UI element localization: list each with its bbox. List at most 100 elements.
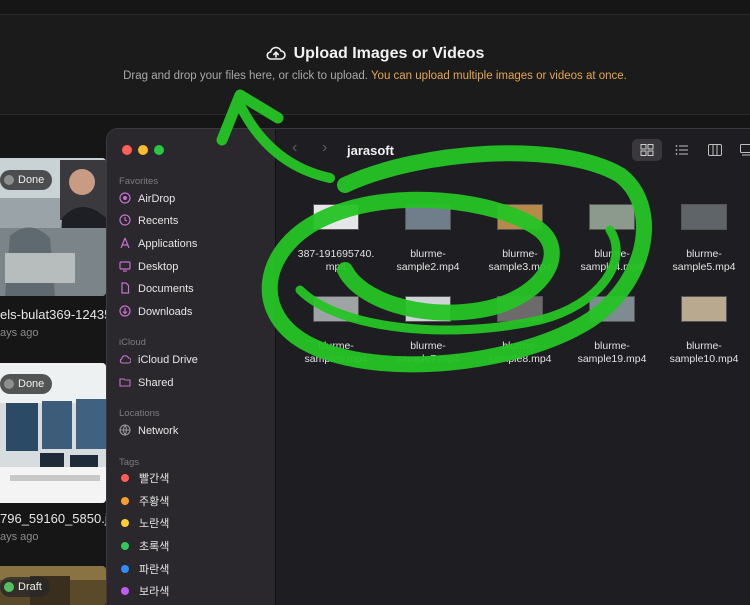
back-chevron-icon[interactable]: ‹ — [292, 139, 297, 157]
file-name-line1: blurme- — [410, 248, 446, 260]
media-filename: 796_59160_5850.jpg — [0, 511, 123, 526]
file-name-line2: sample5.mp4 — [672, 261, 736, 273]
status-badge: Draft — [0, 577, 50, 597]
upload-title-text: Upload Images or Videos — [293, 45, 485, 62]
file-name-line1: blurme- — [594, 340, 630, 352]
status-dot — [4, 582, 14, 592]
sidebar-item-label: Downloads — [138, 306, 193, 318]
file-item[interactable]: blurme-sample7.mp4 — [382, 296, 474, 366]
video-thumbnail — [313, 204, 359, 230]
file-name-line1: blurme- — [502, 248, 538, 260]
sidebar-item-label: 파란색 — [139, 564, 170, 576]
media-time: ays ago — [0, 531, 39, 543]
sidebar-item-label: 노란색 — [139, 518, 170, 530]
upload-hint-text: Drag and drop your files here, or click … — [123, 70, 368, 82]
file-item[interactable]: 387-191695740. mp4 — [290, 204, 382, 274]
close-window-button[interactable] — [122, 145, 132, 155]
sidebar-item-label: 초록색 — [139, 541, 170, 553]
file-item[interactable]: blurme-sample5.mp4 — [658, 204, 750, 274]
file-name: blurme-sample6.mp4 — [290, 340, 382, 366]
desktop-icon — [119, 261, 131, 272]
video-thumbnail — [405, 296, 451, 322]
media-filename: els-bulat369-12435 — [0, 307, 112, 322]
tag-color-dot — [121, 587, 129, 595]
icon-view-button[interactable] — [632, 139, 662, 161]
sidebar-item-network[interactable]: Network — [119, 422, 269, 440]
sidebar-item-label: AirDrop — [138, 193, 176, 205]
file-name: blurme-sample10.mp4 — [658, 340, 750, 366]
file-name: 387-191695740. mp4 — [290, 248, 382, 274]
media-card-list: Done els-bulat369-12435 ays ago Done 796… — [0, 158, 122, 605]
upload-dropzone[interactable]: Upload Images or Videos Drag and drop yo… — [0, 15, 750, 115]
file-item[interactable]: blurme-sample6.mp4 — [290, 296, 382, 366]
sidebar-item-icloud-drive[interactable]: iCloud Drive — [119, 351, 269, 369]
column-view-button[interactable] — [700, 139, 730, 161]
video-thumbnail — [681, 296, 727, 322]
airdrop-icon — [119, 192, 131, 204]
sidebar-item-label: iCloud Drive — [138, 354, 198, 366]
media-time: ays ago — [0, 327, 39, 339]
tag-color-dot — [121, 542, 129, 550]
sidebar-tag-green[interactable]: 초록색 — [119, 538, 269, 556]
tag-color-dot — [121, 565, 129, 573]
sidebar-tag-purple[interactable]: 보라색 — [119, 583, 269, 601]
sidebar-item-documents[interactable]: Documents — [119, 280, 269, 298]
sidebar-item-recents[interactable]: Recents — [119, 212, 269, 230]
sidebar-item-label: Applications — [138, 238, 198, 250]
forward-chevron-icon[interactable]: › — [322, 139, 327, 157]
minimize-window-button[interactable] — [138, 145, 148, 155]
file-item[interactable]: blurme-sample2.mp4 — [382, 204, 474, 274]
sidebar-item-shared[interactable]: Shared — [119, 374, 269, 392]
video-thumbnail — [405, 204, 451, 230]
file-name-line2: mp4 — [325, 261, 347, 273]
video-thumbnail — [497, 296, 543, 322]
sidebar-section-tags: Tags — [119, 457, 140, 468]
sidebar-tag-blue[interactable]: 파란색 — [119, 561, 269, 579]
file-item[interactable]: blurme-sample8.mp4 — [474, 296, 566, 366]
file-name-line2: sample6.mp4 — [304, 353, 368, 365]
file-item[interactable]: blurme-sample19.mp4 — [566, 296, 658, 366]
tag-color-dot — [121, 497, 129, 505]
sidebar-item-desktop[interactable]: Desktop — [119, 258, 269, 276]
sidebar-section-locations: Locations — [119, 408, 160, 419]
sidebar-tag-red[interactable]: 빨간색 — [119, 470, 269, 488]
tag-color-dot — [121, 519, 129, 527]
file-name-line1: 387-191695740. — [297, 248, 375, 260]
status-badge: Done — [0, 170, 53, 190]
list-icon — [675, 145, 688, 155]
sidebar-item-downloads[interactable]: Downloads — [119, 303, 269, 321]
file-name-line2: sample8.mp4 — [488, 353, 552, 365]
status-badge: Done — [0, 374, 53, 394]
zoom-window-button[interactable] — [154, 145, 164, 155]
file-item[interactable]: blurme-sample10.mp4 — [658, 296, 750, 366]
gallery-icon — [740, 144, 750, 156]
finder-toolbar: ‹ › jarasoft — [276, 129, 750, 169]
finder-window: Favorites AirDrop Recents Applications D… — [106, 128, 750, 605]
sidebar-item-label: Documents — [138, 283, 194, 295]
folder-title: jarasoft — [347, 143, 394, 158]
cloud-icon — [119, 355, 131, 364]
sidebar-section-favorites: Favorites — [119, 176, 159, 187]
sidebar-tag-orange[interactable]: 주황색 — [119, 493, 269, 511]
video-thumbnail — [313, 296, 359, 322]
sidebar-item-label: Recents — [138, 215, 179, 227]
sidebar-item-applications[interactable]: Applications — [119, 235, 269, 253]
sidebar-item-airdrop[interactable]: AirDrop — [119, 190, 269, 208]
file-name-line2: sample10.mp4 — [669, 353, 739, 365]
list-view-button[interactable] — [667, 139, 697, 161]
sidebar-section-icloud: iCloud — [119, 337, 146, 348]
status-label: Done — [18, 378, 45, 390]
finder-sidebar: Favorites AirDrop Recents Applications D… — [107, 129, 276, 605]
file-name-line1: blurme- — [410, 340, 446, 352]
gallery-view-button[interactable] — [732, 139, 750, 161]
file-name-line1: blurme- — [318, 340, 354, 352]
file-name-line2: sample7.mp4 — [396, 353, 460, 365]
file-name: blurme-sample4.mp4 — [566, 248, 658, 274]
sidebar-tag-yellow[interactable]: 노란색 — [119, 515, 269, 533]
tag-color-dot — [121, 474, 129, 482]
status-label: Done — [18, 174, 45, 186]
file-name: blurme-sample8.mp4 — [474, 340, 566, 366]
file-item[interactable]: blurme-sample3.mp4 — [474, 204, 566, 274]
file-item[interactable]: blurme-sample4.mp4 — [566, 204, 658, 274]
file-name-line2: sample3.mp4 — [488, 261, 552, 273]
